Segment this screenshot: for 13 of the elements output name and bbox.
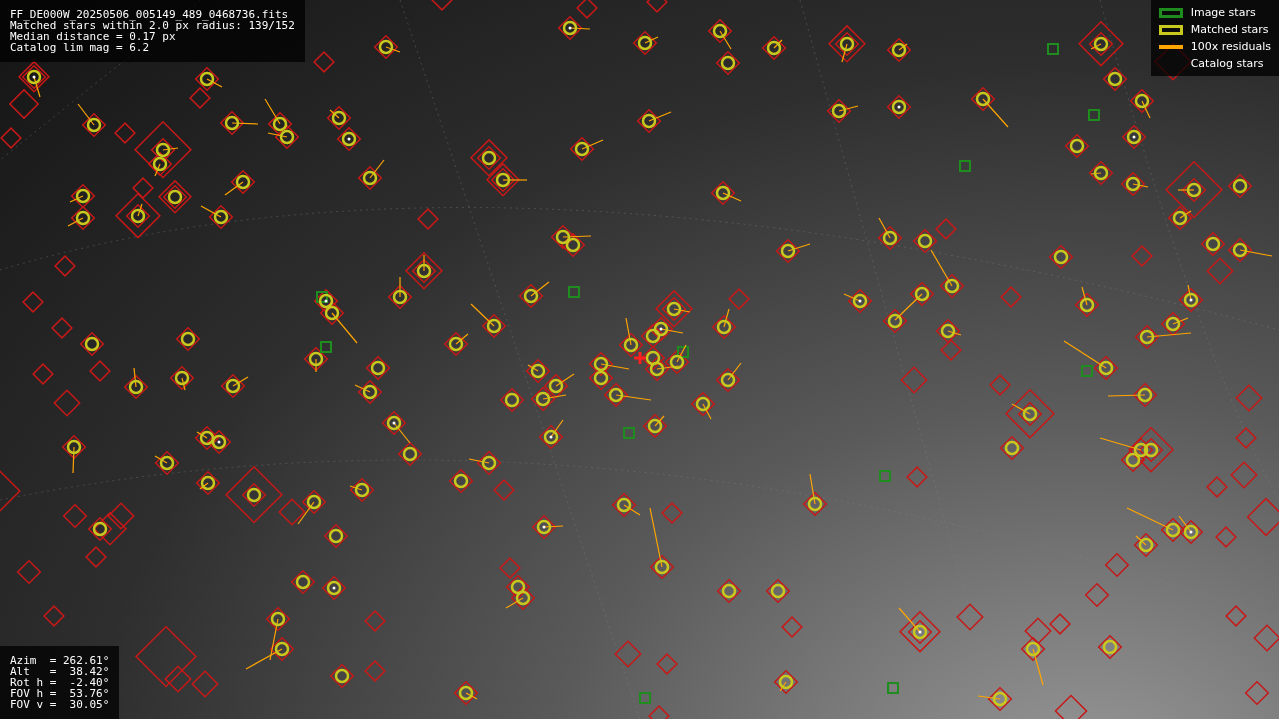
info-text: FF_DE000W_20250506_005149_489_0468736.fits	[10, 9, 290, 20]
info-text: Matched stars within 2.0 px radius: 139/152	[10, 20, 295, 31]
legend-label: Catalog stars	[1190, 57, 1264, 70]
pointing-text: Azim = 262.61°	[10, 655, 110, 666]
pointing-text: FOV h = 53.76°	[10, 688, 110, 699]
info-text: Catalog lim mag = 6.2	[10, 42, 151, 53]
legend-label: 100x residuals	[1190, 40, 1271, 53]
pointing-text: Rot h = -2.40°	[10, 677, 110, 688]
legend-label: Matched stars	[1190, 23, 1269, 36]
info-text: Median distance = 0.17 px	[10, 31, 176, 42]
pointing-text: Alt = 38.42°	[10, 666, 110, 677]
pointing-text: FOV v = 30.05°	[10, 699, 110, 710]
legend-label: Image stars	[1190, 6, 1256, 19]
